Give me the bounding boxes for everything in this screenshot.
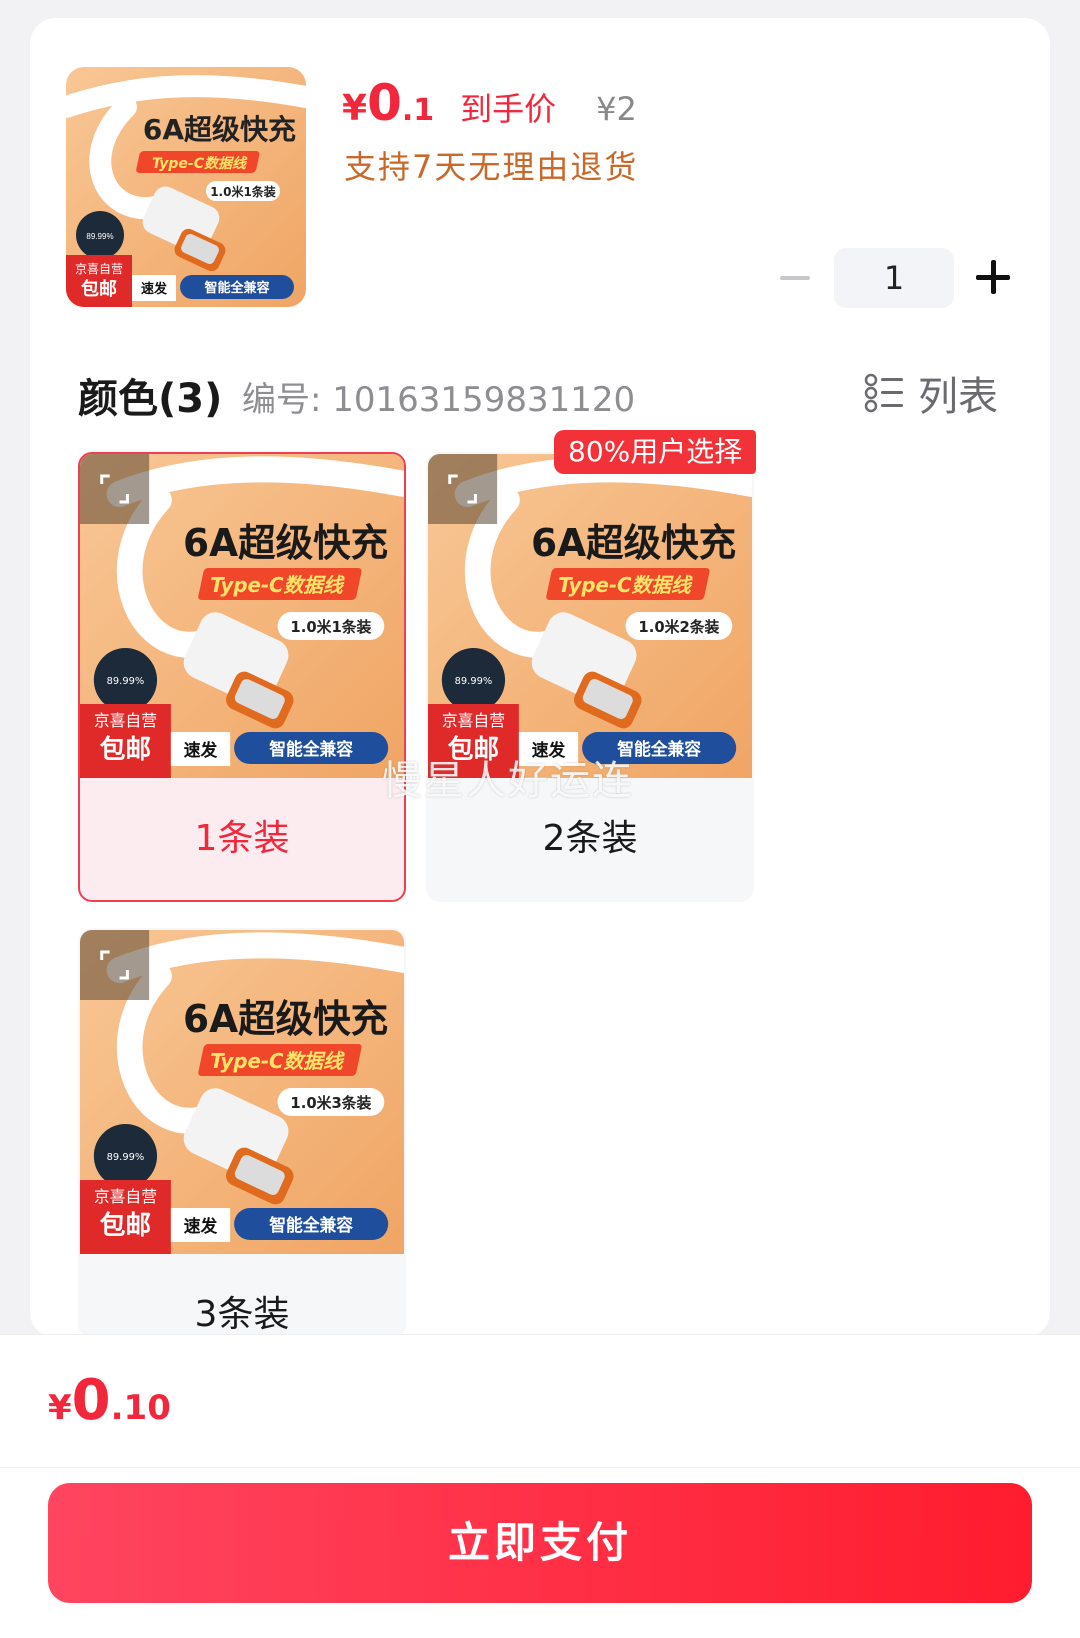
- decrease-quantity-button[interactable]: [780, 276, 810, 280]
- thumb-right-strip: 智能全兼容: [204, 280, 269, 296]
- artwork-subtitle: Type-C数据线: [558, 574, 693, 597]
- artwork-badge-top: 京喜自营: [442, 711, 505, 730]
- total-symbol: ¥: [48, 1388, 72, 1428]
- thumb-title: 6A超级快充: [143, 113, 296, 146]
- artwork-spec: 1.0米2条装: [638, 618, 719, 636]
- expand-icon-bg: [80, 930, 150, 1000]
- thumb-badge-top: 京喜自营: [75, 262, 123, 276]
- artwork-subtitle: Type-C数据线: [210, 1050, 345, 1073]
- expand-icon-bg: [428, 454, 498, 524]
- expand-icon-bg: [80, 454, 150, 524]
- option-label: 3条装: [194, 1294, 290, 1335]
- option-card-1[interactable]: 89.99% 6A超级快充 Type-C数据线 1.0米1条装京喜自营包邮 速发 智能全兼…: [78, 452, 406, 902]
- option-image: 89.99% 6A超级快充 Type-C数据线 1.0米3条装京喜自营包邮 速发 智能全兼…: [80, 930, 404, 1254]
- thumb-subtitle: Type-C数据线: [152, 155, 248, 172]
- sku-number: 编号: 10163159831120: [242, 380, 636, 420]
- price-integer: 0: [367, 74, 402, 132]
- pay-now-button[interactable]: 立即支付: [48, 1483, 1032, 1603]
- thumb-badge-bottom: 包邮: [81, 278, 117, 300]
- product-thumbnail[interactable]: 89.99% 6A超级快充 Type-C数据线 1.0米1条装 京喜自营 包邮 …: [66, 67, 306, 307]
- option-image: 89.99% 6A超级快充 Type-C数据线 1.0米2条装 京喜自营 包邮 速发 智能全兼…: [428, 454, 752, 778]
- total-price: ¥ 0 .10: [48, 1373, 171, 1429]
- thumb-left-strip: 速发: [141, 281, 168, 297]
- disc-text: 89.99%: [455, 676, 493, 687]
- artwork-title: 6A超级快充: [183, 521, 388, 565]
- list-view-toggle[interactable]: 列表: [864, 364, 998, 422]
- disc-text: 89.99%: [107, 676, 145, 687]
- divider: [0, 1467, 1080, 1468]
- price-decimal: .1: [401, 93, 435, 128]
- artwork-badge-bottom: 包邮: [100, 1210, 152, 1241]
- list-label: 列表: [918, 374, 998, 420]
- option-image: 89.99% 6A超级快充 Type-C数据线 1.0米1条装京喜自营包邮 速发 智能全兼…: [80, 454, 404, 778]
- artwork-badge-top: 京喜自营: [94, 1187, 157, 1206]
- price-symbol: ¥: [342, 88, 368, 129]
- artwork-title: 6A超级快充: [531, 521, 736, 565]
- option-card-2[interactable]: 89.99% 6A超级快充 Type-C数据线 1.0米2条装 京喜自营 包邮 速发 智能全兼…: [426, 452, 754, 902]
- thumb-spec: 1.0米1条装: [210, 184, 276, 199]
- artwork-subtitle: Type-C数据线: [210, 574, 345, 597]
- thumb-disc-text: 89.99%: [86, 232, 113, 241]
- artwork-badge-bottom: 包邮: [100, 734, 152, 765]
- return-policy: 支持7天无理由退货: [344, 148, 639, 186]
- quantity-input[interactable]: 1: [834, 248, 954, 308]
- total-integer: 0: [71, 1368, 111, 1433]
- artwork-left-strip: 速发: [184, 1216, 218, 1236]
- popular-choice-badge: 80%用户选择: [554, 430, 757, 474]
- total-decimal: .10: [110, 1388, 171, 1428]
- checkout-bar: ¥ 0 .10 立即支付: [0, 1334, 1080, 1638]
- artwork-right-strip: 智能全兼容: [269, 739, 353, 759]
- watermark: 慢星人好运连: [382, 758, 634, 804]
- disc-text: 89.99%: [107, 1152, 145, 1163]
- artwork-left-strip: 速发: [184, 740, 218, 760]
- artwork-spec: 1.0米1条装: [290, 618, 371, 636]
- price-row: ¥ 0 .1 到手价 ¥2: [342, 78, 637, 130]
- original-price: ¥2: [596, 90, 637, 128]
- artwork-title: 6A超级快充: [183, 997, 388, 1041]
- artwork-badge-top: 京喜自营: [94, 711, 157, 730]
- increase-quantity-button[interactable]: [976, 260, 1010, 294]
- final-price-tag: 到手价: [460, 90, 557, 128]
- artwork-right-strip: 智能全兼容: [269, 1215, 353, 1235]
- option-card-3[interactable]: 89.99% 6A超级快充 Type-C数据线 1.0米3条装京喜自营包邮 速发 智能全兼…: [78, 928, 406, 1338]
- color-section-title: 颜色(3): [78, 376, 223, 422]
- list-icon: [864, 373, 904, 413]
- option-label: 1条装: [194, 818, 290, 859]
- artwork-spec: 1.0米3条装: [290, 1094, 371, 1112]
